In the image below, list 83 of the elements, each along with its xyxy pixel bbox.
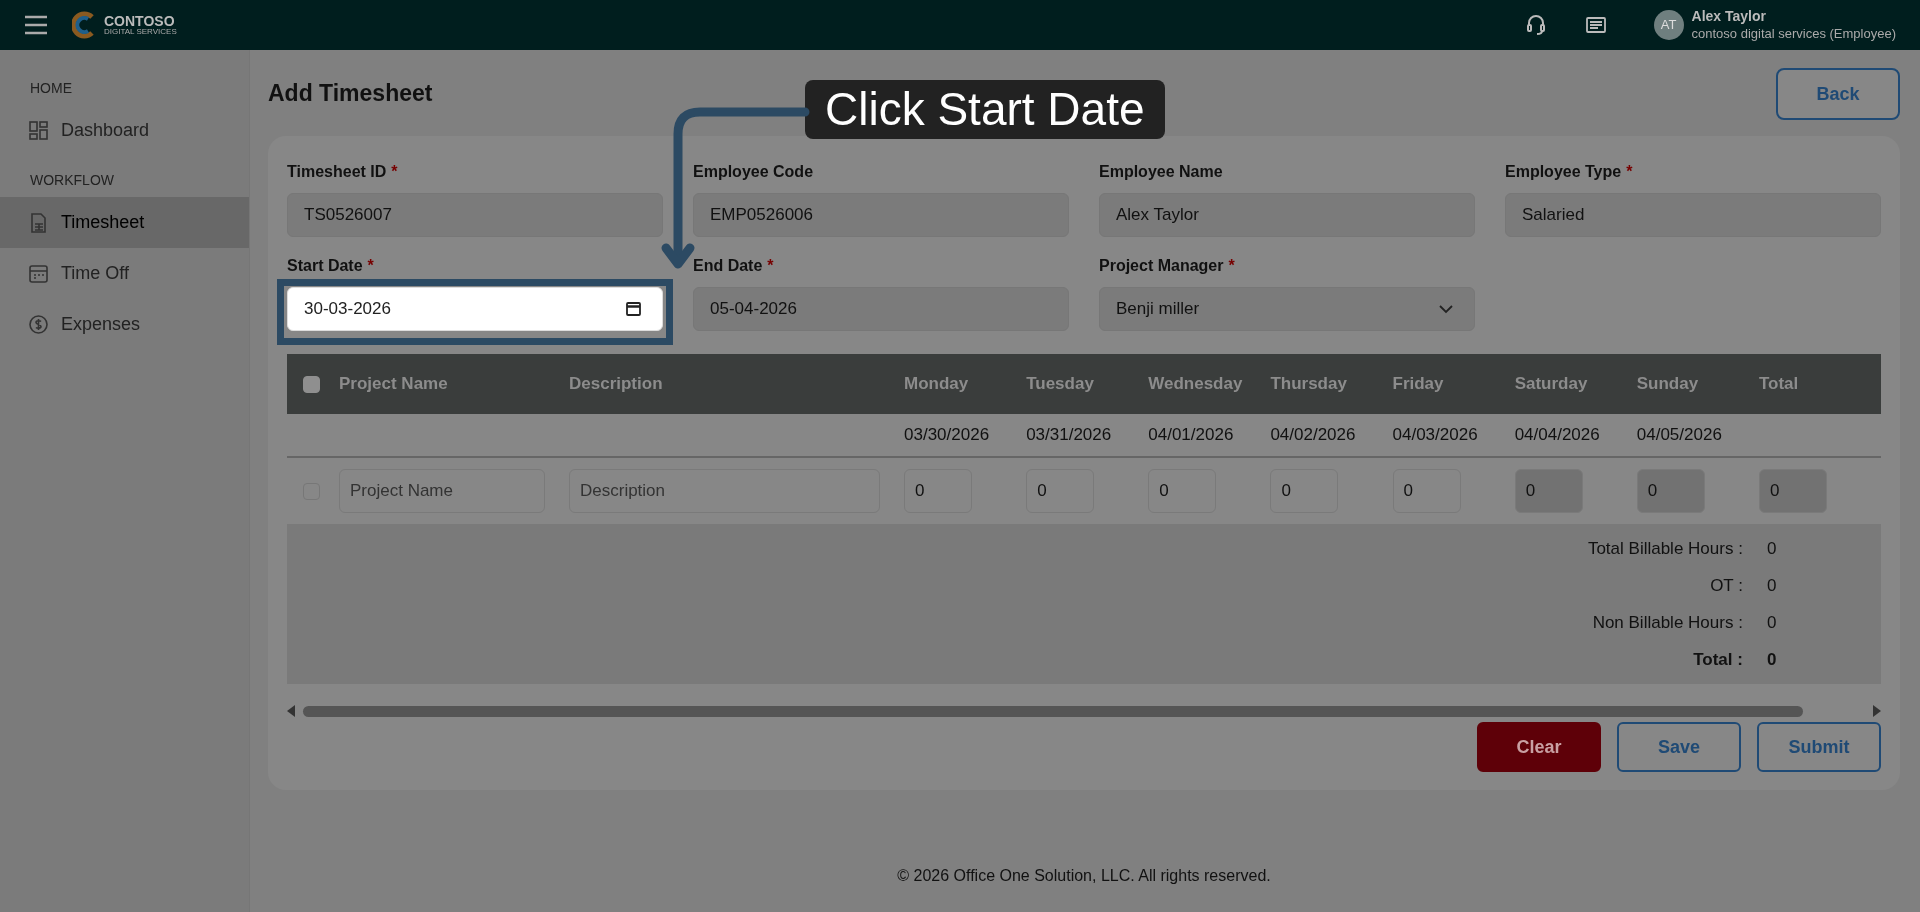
column-header: Thursday xyxy=(1270,373,1348,396)
user-organization: contoso digital services (Employee) xyxy=(1691,25,1896,42)
column-header: Sunday xyxy=(1636,373,1700,396)
column-header: Wednesday xyxy=(1148,373,1244,396)
document-icon xyxy=(28,212,49,233)
date-cell-text: 03/30/2026 xyxy=(904,424,991,447)
date-cell-text: 04/01/2026 xyxy=(1148,424,1235,447)
hours-field[interactable]: 0 xyxy=(1148,469,1217,513)
summary-value: 0 xyxy=(1765,611,1778,634)
summary-value: 0 xyxy=(1765,574,1778,597)
dollar-coin-icon xyxy=(28,314,49,335)
guide-tooltip: Click Start Date xyxy=(805,80,1165,140)
summary-label: Total Billable Hours : xyxy=(1586,537,1744,560)
input-field[interactable]: Project Name xyxy=(339,469,545,513)
input-field[interactable]: Salaried xyxy=(1505,193,1881,237)
date-cell-text: 04/02/2026 xyxy=(1270,424,1357,447)
field-label: Employee Name xyxy=(1099,162,1223,182)
field-label: Project Manager xyxy=(1099,256,1224,276)
logo-subtext: DIGITAL SERVICES xyxy=(104,28,177,36)
scroll-left-icon[interactable] xyxy=(287,705,295,717)
column-header: Description xyxy=(569,373,664,396)
input-field[interactable]: EMP0526006 xyxy=(693,193,1069,237)
column-header: Project Name xyxy=(339,373,449,396)
hours-field[interactable]: 0 xyxy=(1026,469,1095,513)
input-field[interactable]: Description xyxy=(569,469,880,513)
date-cell-text: 04/04/2026 xyxy=(1514,424,1601,447)
column-header: Friday xyxy=(1392,373,1445,396)
summary-value: 0 xyxy=(1765,537,1778,560)
summary-label: Total : xyxy=(1692,648,1744,671)
hours-field[interactable]: 0 xyxy=(904,469,972,513)
input-field[interactable]: Alex Taylor xyxy=(1099,193,1475,237)
headset-icon[interactable] xyxy=(1525,14,1546,36)
calendar-icon[interactable] xyxy=(626,301,641,316)
calendar-icon xyxy=(28,263,49,284)
field-label: Employee Type xyxy=(1505,162,1622,182)
sidebar-item[interactable]: Timesheet xyxy=(0,197,249,248)
field-label: Timesheet ID xyxy=(287,162,387,182)
footer-text: © 2026 Office One Solution, LLC. All rights reserved. xyxy=(896,866,1272,886)
required-mark: * xyxy=(1626,162,1633,182)
hours-field[interactable]: 0 xyxy=(1392,469,1461,513)
column-header: Total xyxy=(1758,373,1800,396)
column-header: Tuesday xyxy=(1026,373,1095,396)
field-label: Employee Code xyxy=(693,162,814,182)
checkbox[interactable] xyxy=(303,375,320,393)
clear-button[interactable]: Clear xyxy=(1477,722,1601,772)
required-mark: * xyxy=(1228,256,1235,276)
date-cell-text: 04/05/2026 xyxy=(1636,424,1723,447)
column-header: Monday xyxy=(904,373,970,396)
sidebar-item[interactable]: Expenses xyxy=(0,299,249,350)
grid-icon xyxy=(28,120,49,141)
avatar[interactable]: AT xyxy=(1653,10,1684,40)
hours-field[interactable]: 0 xyxy=(1270,469,1339,513)
back-button[interactable]: Back xyxy=(1776,68,1900,120)
sidebar-item[interactable]: Dashboard xyxy=(0,105,249,156)
input-field[interactable]: 05-04-2026 xyxy=(693,287,1069,331)
menu-icon[interactable] xyxy=(24,14,48,36)
date-cell-text: 03/31/2026 xyxy=(1026,424,1113,447)
scroll-right-icon[interactable] xyxy=(1873,705,1881,717)
summary-label: Non Billable Hours : xyxy=(1591,611,1744,634)
horizontal-scrollbar[interactable] xyxy=(287,704,1881,718)
sidebar-heading: WORKFLOW xyxy=(29,171,115,190)
date-field[interactable]: 30-03-2026 xyxy=(287,287,663,331)
dropdown[interactable]: Benji miller xyxy=(1099,287,1475,331)
summary-label: OT : xyxy=(1709,574,1744,597)
input-field[interactable]: TS0526007 xyxy=(287,193,663,237)
action-button[interactable]: Submit xyxy=(1757,722,1881,772)
required-mark: * xyxy=(391,162,398,182)
page-title: Add Timesheet xyxy=(268,79,433,108)
date-cell-text: 04/03/2026 xyxy=(1392,424,1479,447)
chevron-down-icon[interactable] xyxy=(1439,305,1453,314)
action-button[interactable]: Save xyxy=(1617,722,1741,772)
logo-text: CONTOSO xyxy=(104,14,176,28)
field-label: End Date xyxy=(693,256,763,276)
required-mark: * xyxy=(367,256,374,276)
sidebar-item[interactable]: Time Off xyxy=(0,248,249,299)
total-field[interactable]: 0 xyxy=(1758,469,1827,513)
summary-value: 0 xyxy=(1765,648,1778,671)
field-label: Start Date xyxy=(287,256,363,276)
sidebar-heading: HOME xyxy=(29,79,73,98)
column-header: Saturday xyxy=(1514,373,1589,396)
required-mark: * xyxy=(767,256,774,276)
user-name: Alex Taylor xyxy=(1691,8,1767,26)
message-icon[interactable] xyxy=(1585,17,1606,33)
